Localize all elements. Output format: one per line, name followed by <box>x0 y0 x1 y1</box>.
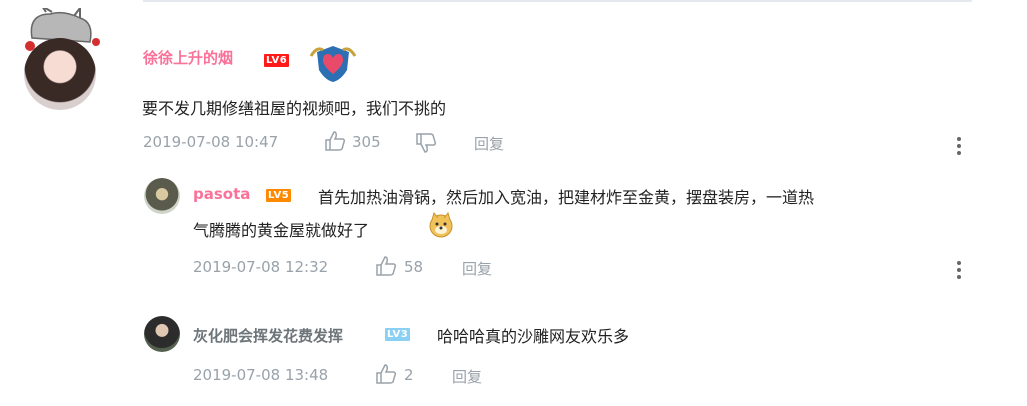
reply-avatar[interactable] <box>144 178 180 214</box>
reply-button[interactable]: 回复 <box>452 366 482 387</box>
like-count: 58 <box>404 258 424 276</box>
reply-username[interactable]: 灰化肥会挥发花费发挥 <box>193 325 343 346</box>
doge-emoji-icon <box>429 212 453 238</box>
thumbs-down-icon[interactable] <box>415 133 437 153</box>
reply-timestamp: 2019-07-08 13:48 <box>193 366 329 384</box>
like-count: 305 <box>352 133 381 151</box>
reply-button[interactable]: 回复 <box>462 258 492 279</box>
thumbs-up-icon[interactable] <box>375 364 397 384</box>
comment-username[interactable]: 徐徐上升的烟 <box>143 47 233 68</box>
reply-avatar[interactable] <box>144 316 180 352</box>
divider-line <box>143 0 972 2</box>
thumbs-up-icon[interactable] <box>324 131 346 151</box>
user-level-badge: LV3 <box>385 328 411 341</box>
reply-username[interactable]: pasota <box>193 185 250 203</box>
reply-text: 哈哈哈真的沙雕网友欢乐多 <box>437 327 630 346</box>
like-count: 2 <box>404 366 414 384</box>
thumbs-up-icon[interactable] <box>375 256 397 276</box>
more-options-icon[interactable] <box>956 137 962 158</box>
user-level-badge: LV5 <box>266 189 292 202</box>
comment-timestamp: 2019-07-08 10:47 <box>143 133 279 151</box>
heart-shield-badge-icon <box>309 46 357 82</box>
reply-timestamp: 2019-07-08 12:32 <box>193 258 329 276</box>
user-level-badge: LV6 <box>264 54 290 67</box>
comment-text: 要不发几期修缮祖屋的视频吧，我们不挑的 <box>142 99 447 118</box>
reply-text-line1: 首先加热油滑锅，然后加入宽油，把建材炸至金黄，摆盘装房，一道热 <box>318 188 815 207</box>
more-options-icon[interactable] <box>956 261 962 282</box>
user-avatar[interactable] <box>14 8 104 112</box>
reply-button[interactable]: 回复 <box>474 133 504 154</box>
reply-text-line2: 气腾腾的黄金屋就做好了 <box>193 221 370 240</box>
